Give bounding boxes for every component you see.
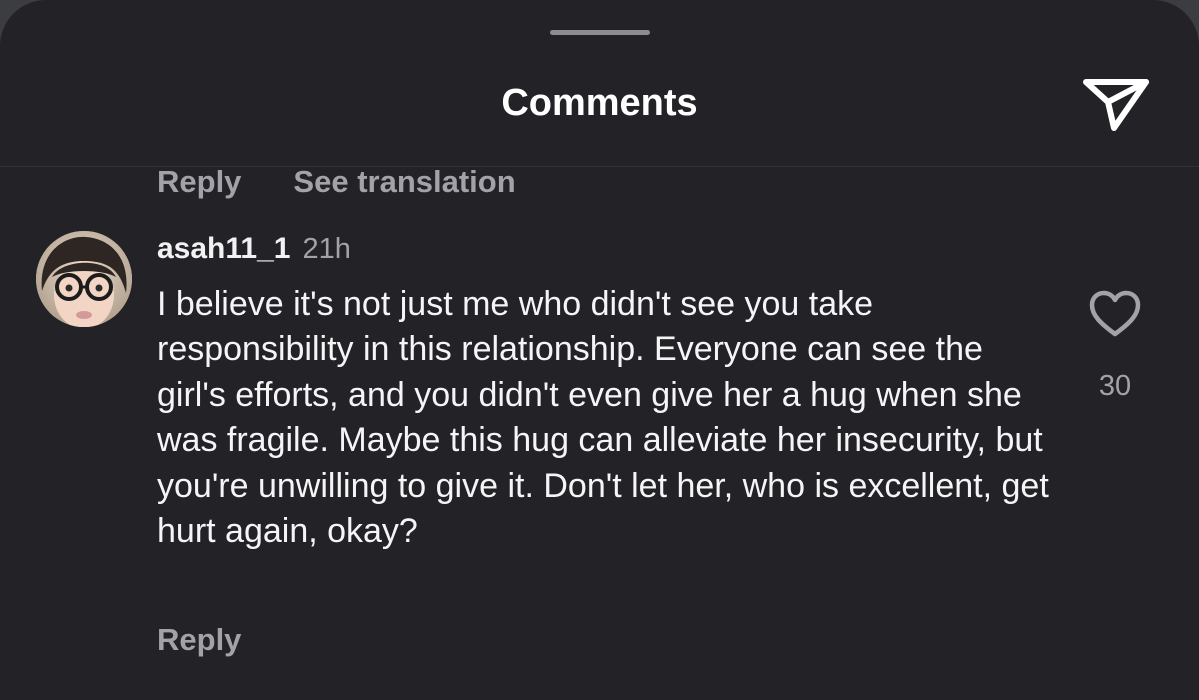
comment-header: asah11_1 21h [157,232,351,272]
drag-handle[interactable] [550,30,650,35]
paper-plane-icon[interactable] [1076,66,1156,138]
like-count: 30 [1098,370,1132,402]
page-title: Comments [501,82,698,124]
user-avatar-icon [36,231,132,327]
see-translation-button[interactable]: See translation [293,162,515,202]
avatar[interactable] [36,231,132,327]
comment-username[interactable]: asah11_1 [157,232,290,266]
comments-sheet: Comments Reply See translation asah11_1 … [0,0,1199,700]
heart-outline-icon[interactable] [1088,290,1142,338]
previous-comment-actions: Reply See translation [157,162,568,202]
reply-button[interactable]: Reply [157,620,241,660]
comment-timestamp: 21h [302,233,351,265]
reply-button[interactable]: Reply [157,162,241,202]
comment-text: I believe it's not just me who didn't se… [157,285,1049,551]
